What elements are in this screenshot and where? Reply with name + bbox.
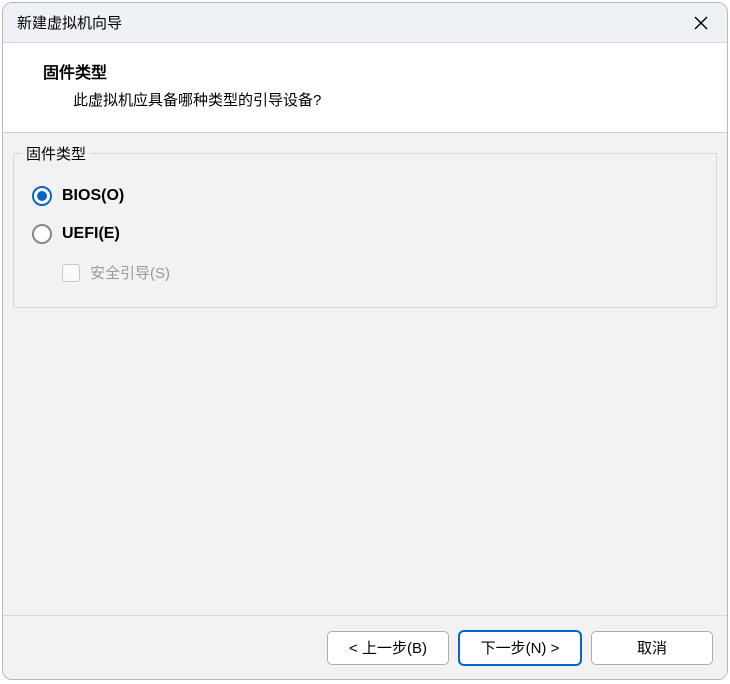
window-title: 新建虚拟机向导 [17,12,685,33]
cancel-button[interactable]: 取消 [591,631,713,665]
radio-label-bios: BIOS(O) [62,187,124,205]
close-button[interactable] [685,7,717,39]
group-legend: 固件类型 [22,143,90,164]
radio-label-uefi: UEFI(E) [62,225,120,243]
footer: < 上一步(B) 下一步(N) > 取消 [3,615,727,679]
next-button[interactable]: 下一步(N) > [459,631,581,665]
firmware-type-group: 固件类型 BIOS(O) UEFI(E) 安全引导(S) [13,153,717,308]
page-subtitle: 此虚拟机应具备哪种类型的引导设备? [73,89,707,110]
header-panel: 固件类型 此虚拟机应具备哪种类型的引导设备? [3,43,727,133]
checkbox-label-secure-boot: 安全引导(S) [90,262,170,283]
radio-icon [32,224,52,244]
close-icon [694,16,708,30]
back-button[interactable]: < 上一步(B) [327,631,449,665]
body-panel: 固件类型 BIOS(O) UEFI(E) 安全引导(S) [3,133,727,615]
radio-icon [32,186,52,206]
checkbox-secure-boot: 安全引导(S) [62,262,700,283]
wizard-window: 新建虚拟机向导 固件类型 此虚拟机应具备哪种类型的引导设备? 固件类型 BIOS… [2,2,728,680]
checkbox-icon [62,264,80,282]
page-title: 固件类型 [43,59,707,83]
radio-option-bios[interactable]: BIOS(O) [32,186,700,206]
title-bar: 新建虚拟机向导 [3,3,727,43]
radio-option-uefi[interactable]: UEFI(E) [32,224,700,244]
